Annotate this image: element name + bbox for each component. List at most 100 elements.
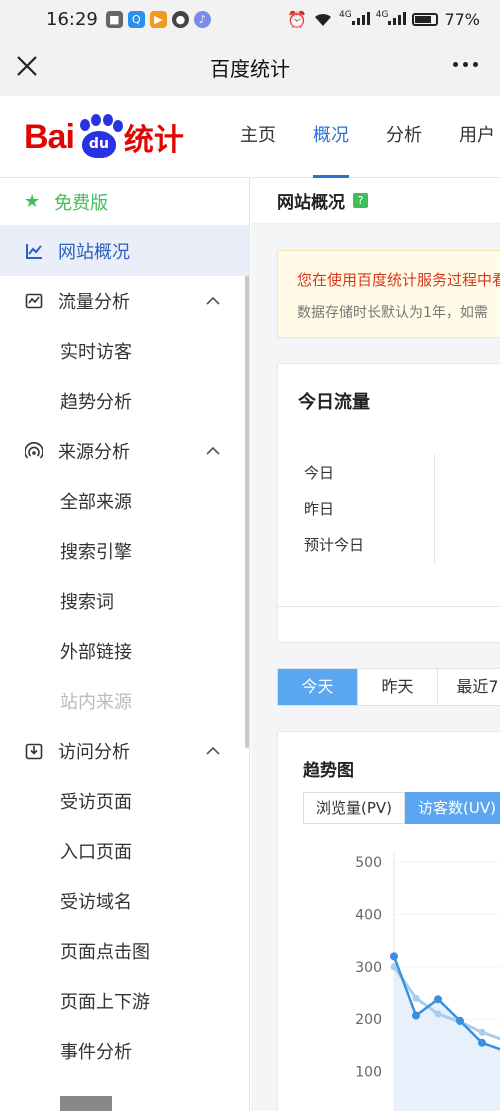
- window-title: 百度统计: [210, 56, 290, 81]
- logo-du-text: du: [81, 131, 116, 158]
- data-point-0: [478, 1038, 486, 1047]
- data-point-1: [412, 994, 420, 1002]
- more-icon[interactable]: [453, 62, 478, 67]
- data-point-0: [390, 952, 398, 961]
- line-chart-icon: [24, 241, 44, 261]
- sidebar-item-visit-analysis[interactable]: 访问分析: [0, 726, 249, 776]
- notice-banner: 您在使用百度统计服务过程中看 数据存储时长默认为1年，如需: [277, 250, 500, 338]
- sidebar-cutoff-element: [60, 1096, 112, 1111]
- signal-2-label: 4G: [375, 9, 389, 20]
- free-version-label: 免费版: [54, 192, 109, 214]
- trend-card: 趋势图 浏览量(PV) 访客数(UV) 500 400 300 200 100: [277, 731, 500, 1111]
- close-icon[interactable]: [14, 53, 40, 79]
- top-nav: Bai du 统计 主页 概况 分析 用户: [0, 96, 500, 178]
- y-tick-label: 200: [355, 1012, 382, 1028]
- today-traffic-card: 今日流量 今日 昨日 预计今日: [277, 363, 500, 643]
- row-today: 今日: [304, 464, 335, 482]
- signal-2-icon: 4G: [376, 10, 407, 29]
- sidebar: ★ 免费版 网站概况 流量分析 实时访客 趋势分析 来源分析 全部来源 搜索引擎…: [0, 178, 250, 1111]
- sidebar-sub-event-analysis[interactable]: 事件分析: [0, 1026, 249, 1076]
- help-icon[interactable]: ?: [353, 193, 368, 208]
- sidebar-sub-entry-pages[interactable]: 入口页面: [0, 826, 249, 876]
- y-tick-label: 400: [355, 907, 382, 923]
- sidebar-item-label: 访问分析: [58, 742, 130, 763]
- data-point-1: [434, 1010, 442, 1018]
- signal-1-icon: 4G: [339, 10, 370, 29]
- sidebar-item-source-analysis[interactable]: 来源分析: [0, 426, 249, 476]
- data-point-0: [434, 995, 442, 1004]
- battery-icon: [412, 12, 439, 26]
- today-traffic-title: 今日流量: [298, 392, 370, 413]
- sidebar-sub-trend-analysis[interactable]: 趋势分析: [0, 376, 249, 426]
- sidebar-sub-page-upstream-downstream[interactable]: 页面上下游: [0, 976, 249, 1026]
- sidebar-sub-search-engines[interactable]: 搜索引擎: [0, 526, 249, 576]
- status-indicators: ⏰ 4G 4G 77%: [287, 10, 480, 29]
- trend-chart: 500 400 300 200 100: [355, 852, 500, 1111]
- page-header: 网站概况 ?: [251, 178, 500, 224]
- chevron-up-icon[interactable]: [205, 293, 221, 309]
- app-root: 16:29 ■ Q ▶ ● ♪ ⏰ 4G 4G 77% 百度统计 Bai du …: [0, 0, 500, 1111]
- row-forecast-today: 预计今日: [304, 536, 365, 554]
- star-icon: ★: [24, 191, 41, 212]
- sidebar-sub-visited-domains[interactable]: 受访域名: [0, 876, 249, 926]
- traffic-chart-icon: [24, 291, 44, 311]
- webview-titlebar: 百度统计: [0, 38, 500, 96]
- notice-line-1: 您在使用百度统计服务过程中看: [297, 271, 500, 289]
- sidebar-item-site-overview[interactable]: 网站概况: [0, 226, 249, 276]
- chevron-up-icon[interactable]: [205, 443, 221, 459]
- tab-today[interactable]: 今天: [278, 669, 358, 705]
- y-tick-label: 300: [355, 960, 382, 976]
- nav-analysis[interactable]: 分析: [386, 96, 422, 178]
- trend-title: 趋势图: [303, 761, 354, 781]
- signal-1-label: 4G: [339, 9, 352, 20]
- wifi-icon: [315, 13, 332, 26]
- row-yesterday: 昨日: [304, 500, 335, 518]
- sidebar-sub-visited-pages[interactable]: 受访页面: [0, 776, 249, 826]
- divider: [434, 454, 435, 564]
- data-point-1: [478, 1028, 486, 1036]
- nav-users[interactable]: 用户: [459, 96, 495, 178]
- baidu-paw-icon: du: [76, 114, 123, 160]
- metric-uv-button[interactable]: 访客数(UV): [405, 792, 500, 824]
- notification-app-icon: ■: [105, 10, 123, 28]
- metric-switch: 浏览量(PV) 访客数(UV): [303, 792, 500, 824]
- sidebar-sub-internal-sources: 站内来源: [60, 692, 132, 713]
- date-range-tabs: 今天 昨天 最近7: [277, 668, 500, 706]
- top-nav-items: 主页 概况 分析 用户: [240, 96, 500, 178]
- sidebar-sub-page-click-map[interactable]: 页面点击图: [0, 926, 249, 976]
- sidebar-sub-external-links[interactable]: 外部链接: [0, 626, 249, 676]
- battery-percent: 77%: [444, 9, 480, 29]
- alarm-icon: ⏰: [287, 9, 308, 29]
- sidebar-item-label: 来源分析: [58, 442, 130, 463]
- page-title: 网站概况: [277, 193, 345, 213]
- data-point-0: [412, 1011, 420, 1020]
- broadcast-icon: [24, 441, 44, 461]
- nav-home[interactable]: 主页: [240, 96, 276, 178]
- status-time: 16:29: [46, 8, 98, 30]
- logo-tongji-text: 统计: [123, 123, 184, 158]
- today-traffic-rows: 今日 昨日 预计今日: [304, 462, 364, 570]
- metric-pv-button[interactable]: 浏览量(PV): [303, 792, 406, 824]
- chevron-up-icon[interactable]: [205, 743, 221, 759]
- y-tick-label: 500: [355, 855, 382, 871]
- sidebar-sub-all-sources[interactable]: 全部来源: [0, 476, 249, 526]
- sidebar-sub-search-terms[interactable]: 搜索词: [0, 576, 249, 626]
- download-box-icon: [24, 741, 44, 761]
- music-app-icon: ♪: [193, 10, 211, 28]
- sidebar-item-label: 网站概况: [58, 242, 130, 263]
- baidu-tongji-logo[interactable]: Bai du 统计: [24, 112, 184, 162]
- divider: [278, 606, 500, 607]
- data-point-0: [456, 1016, 464, 1025]
- free-version-badge[interactable]: ★ 免费版: [0, 178, 249, 226]
- tab-last-7-days[interactable]: 最近7: [438, 669, 500, 705]
- y-tick-label: 100: [355, 1065, 382, 1081]
- nav-overview[interactable]: 概况: [313, 96, 349, 178]
- notice-line-2: 数据存储时长默认为1年，如需: [297, 305, 488, 321]
- qq-app-icon: Q: [127, 10, 145, 28]
- sidebar-item-traffic-analysis[interactable]: 流量分析: [0, 276, 249, 326]
- sidebar-item-label: 流量分析: [58, 292, 130, 313]
- status-bar: 16:29 ■ Q ▶ ● ♪ ⏰ 4G 4G 77%: [0, 0, 500, 38]
- tab-yesterday[interactable]: 昨天: [358, 669, 438, 705]
- chat-app-icon: ●: [171, 10, 189, 28]
- sidebar-sub-realtime-visitors[interactable]: 实时访客: [0, 326, 249, 376]
